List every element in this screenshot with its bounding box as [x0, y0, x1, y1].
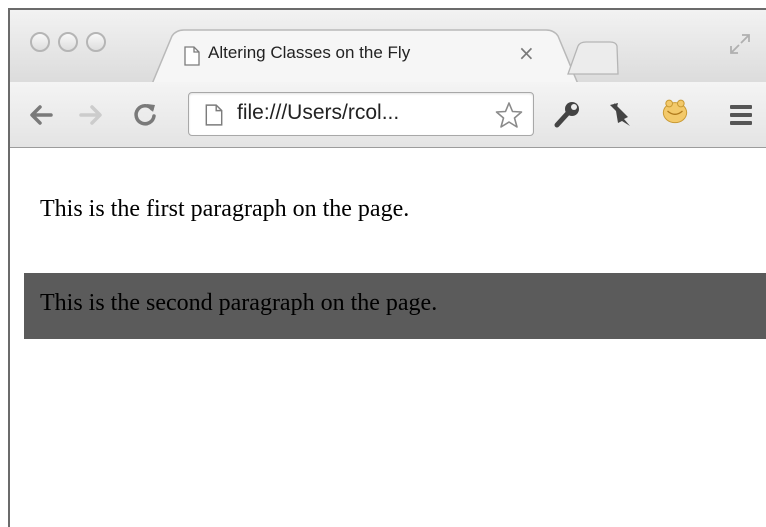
highlighted-paragraph-box: This is the second paragraph on the page…: [24, 273, 766, 339]
fullscreen-icon[interactable]: [728, 32, 752, 56]
second-paragraph: This is the second paragraph on the page…: [40, 290, 438, 316]
forward-arrow-icon[interactable]: [76, 100, 106, 130]
wrench-icon[interactable]: [552, 99, 582, 129]
pin-icon[interactable]: [606, 99, 636, 129]
tab-title[interactable]: Altering Classes on the Fly: [208, 43, 410, 63]
menu-icon[interactable]: [726, 100, 756, 130]
extension-icon[interactable]: [660, 96, 690, 126]
address-bar[interactable]: file:///Users/rcol...: [188, 92, 534, 136]
page-icon: [184, 46, 200, 66]
address-bar-text[interactable]: file:///Users/rcol...: [237, 101, 399, 125]
star-icon[interactable]: [495, 101, 523, 129]
tab-strip: Altering Classes on the Fly ×: [10, 10, 766, 84]
page-content: This is the first paragraph on the page.…: [10, 148, 766, 527]
close-window-button[interactable]: [30, 32, 50, 52]
new-tab-button[interactable]: [566, 40, 620, 76]
browser-window: Altering Classes on the Fly × file:///Us…: [8, 8, 766, 527]
zoom-window-button[interactable]: [86, 32, 106, 52]
back-arrow-icon[interactable]: [26, 100, 56, 130]
browser-toolbar: file:///Users/rcol...: [10, 82, 766, 148]
minimize-window-button[interactable]: [58, 32, 78, 52]
reload-icon[interactable]: [130, 100, 160, 130]
page-icon: [205, 104, 223, 126]
tab-close-icon[interactable]: ×: [518, 41, 535, 65]
first-paragraph: This is the first paragraph on the page.: [40, 196, 410, 222]
